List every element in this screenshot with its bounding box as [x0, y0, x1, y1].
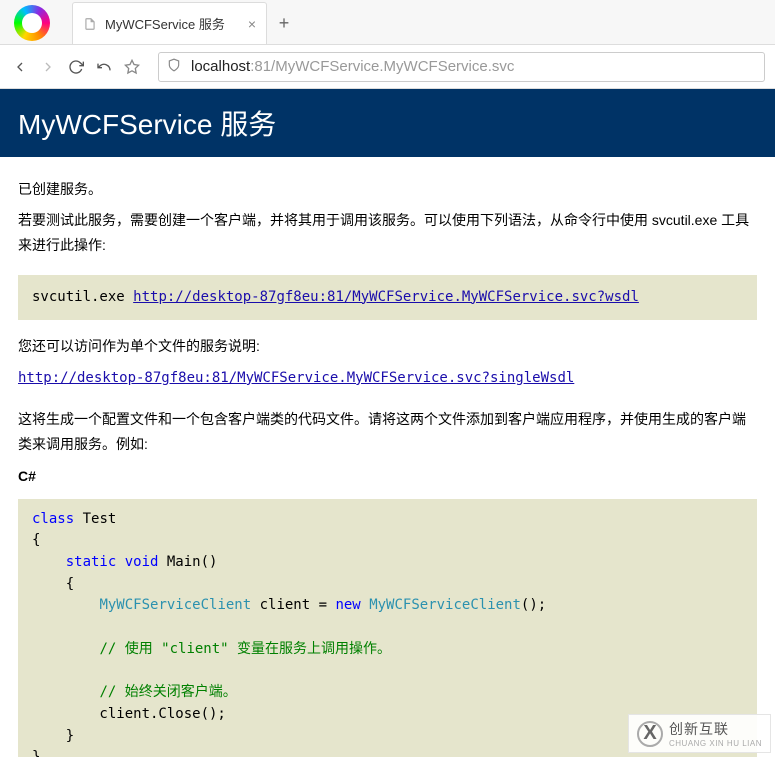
banner: MyWCFService 服务: [0, 89, 775, 157]
address-host: localhost: [191, 58, 250, 75]
single-wsdl-intro: 您还可以访问作为单个文件的服务说明:: [18, 334, 757, 359]
star-button[interactable]: [122, 57, 142, 77]
watermark-cn: 创新互联: [669, 719, 762, 739]
watermark: X 创新互联 CHUANG XIN HU LIAN: [628, 714, 771, 753]
gen-files-msg: 这将生成一个配置文件和一个包含客户端类的代码文件。请将这两个文件添加到客户端应用…: [18, 407, 757, 457]
address-bar[interactable]: localhost:81/MyWCFService.MyWCFService.s…: [158, 52, 765, 82]
close-icon[interactable]: ×: [248, 16, 256, 32]
created-msg: 已创建服务。: [18, 177, 757, 202]
tab-title: MyWCFService 服务: [105, 14, 225, 33]
single-wsdl-link[interactable]: http://desktop-87gf8eu:81/MyWCFService.M…: [18, 370, 574, 386]
browser-logo-icon: [14, 5, 50, 41]
new-tab-button[interactable]: +: [269, 2, 299, 44]
page-content: MyWCFService 服务 已创建服务。 若要测试此服务，需要创建一个客户端…: [0, 89, 775, 757]
csharp-label: C#: [18, 464, 757, 489]
address-path: :81/MyWCFService.MyWCFService.svc: [250, 58, 514, 75]
wsdl-link[interactable]: http://desktop-87gf8eu:81/MyWCFService.M…: [133, 289, 639, 305]
undo-button[interactable]: [94, 57, 114, 77]
back-button[interactable]: [10, 57, 30, 77]
tab-active[interactable]: MyWCFService 服务 ×: [72, 2, 267, 44]
tab-strip: MyWCFService 服务 × +: [0, 0, 775, 44]
reload-button[interactable]: [66, 57, 86, 77]
watermark-logo-icon: X: [637, 721, 663, 747]
watermark-py: CHUANG XIN HU LIAN: [669, 739, 762, 748]
page-icon: [83, 17, 97, 31]
test-intro: 若要测试此服务，需要创建一个客户端，并将其用于调用该服务。可以使用下列语法，从命…: [18, 208, 757, 258]
svcutil-box: svcutil.exe http://desktop-87gf8eu:81/My…: [18, 275, 757, 320]
page-title: MyWCFService 服务: [18, 103, 757, 143]
toolbar: localhost:81/MyWCFService.MyWCFService.s…: [0, 45, 775, 89]
shield-icon: [167, 58, 181, 76]
forward-button[interactable]: [38, 57, 58, 77]
